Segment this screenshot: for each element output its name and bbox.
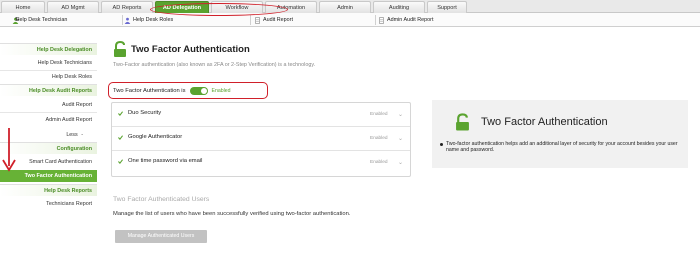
method-status: Enabled [370,112,388,117]
chevron-down-icon[interactable]: ⌄ [398,135,403,142]
page-subtitle: Two-Factor authentication (also known as… [113,62,316,68]
info-panel [432,100,688,168]
lock-open-icon [114,41,126,57]
users-section-title: Two Factor Authenticated Users [113,196,210,203]
manage-authenticated-users-button[interactable]: Manage Authenticated Users [115,230,207,243]
users-section-description: Manage the list of users who have been s… [113,211,351,217]
method-row-otp-email[interactable]: One time password via email Enabled ⌄ [112,151,410,175]
info-panel-bullet: Two-factor authentication helps add an a… [440,141,680,153]
method-status: Enabled [370,136,388,141]
method-status: Enabled [370,160,388,165]
bullet-dot [440,143,443,146]
method-row-duo-security[interactable]: Duo Security Enabled ⌄ [112,103,410,127]
method-name: One time password via email [128,158,203,164]
check-icon [118,159,123,164]
info-panel-text: Two-factor authentication helps add an a… [446,141,678,153]
chevron-down-icon[interactable]: ⌄ [398,111,403,118]
method-row-google-authenticator[interactable]: Google Authenticator Enabled ⌄ [112,127,410,151]
method-name: Duo Security [128,110,162,116]
check-icon [118,135,123,140]
annotation-rectangle [108,82,268,99]
method-name: Google Authenticator [128,134,183,140]
chevron-down-icon[interactable]: ⌄ [398,159,403,166]
page-title: Two Factor Authentication [131,44,250,55]
info-panel-title: Two Factor Authentication [481,116,608,128]
auth-methods-list: Duo Security Enabled ⌄ Google Authentica… [111,102,411,177]
lock-open-icon [456,113,469,131]
check-icon [118,111,123,116]
